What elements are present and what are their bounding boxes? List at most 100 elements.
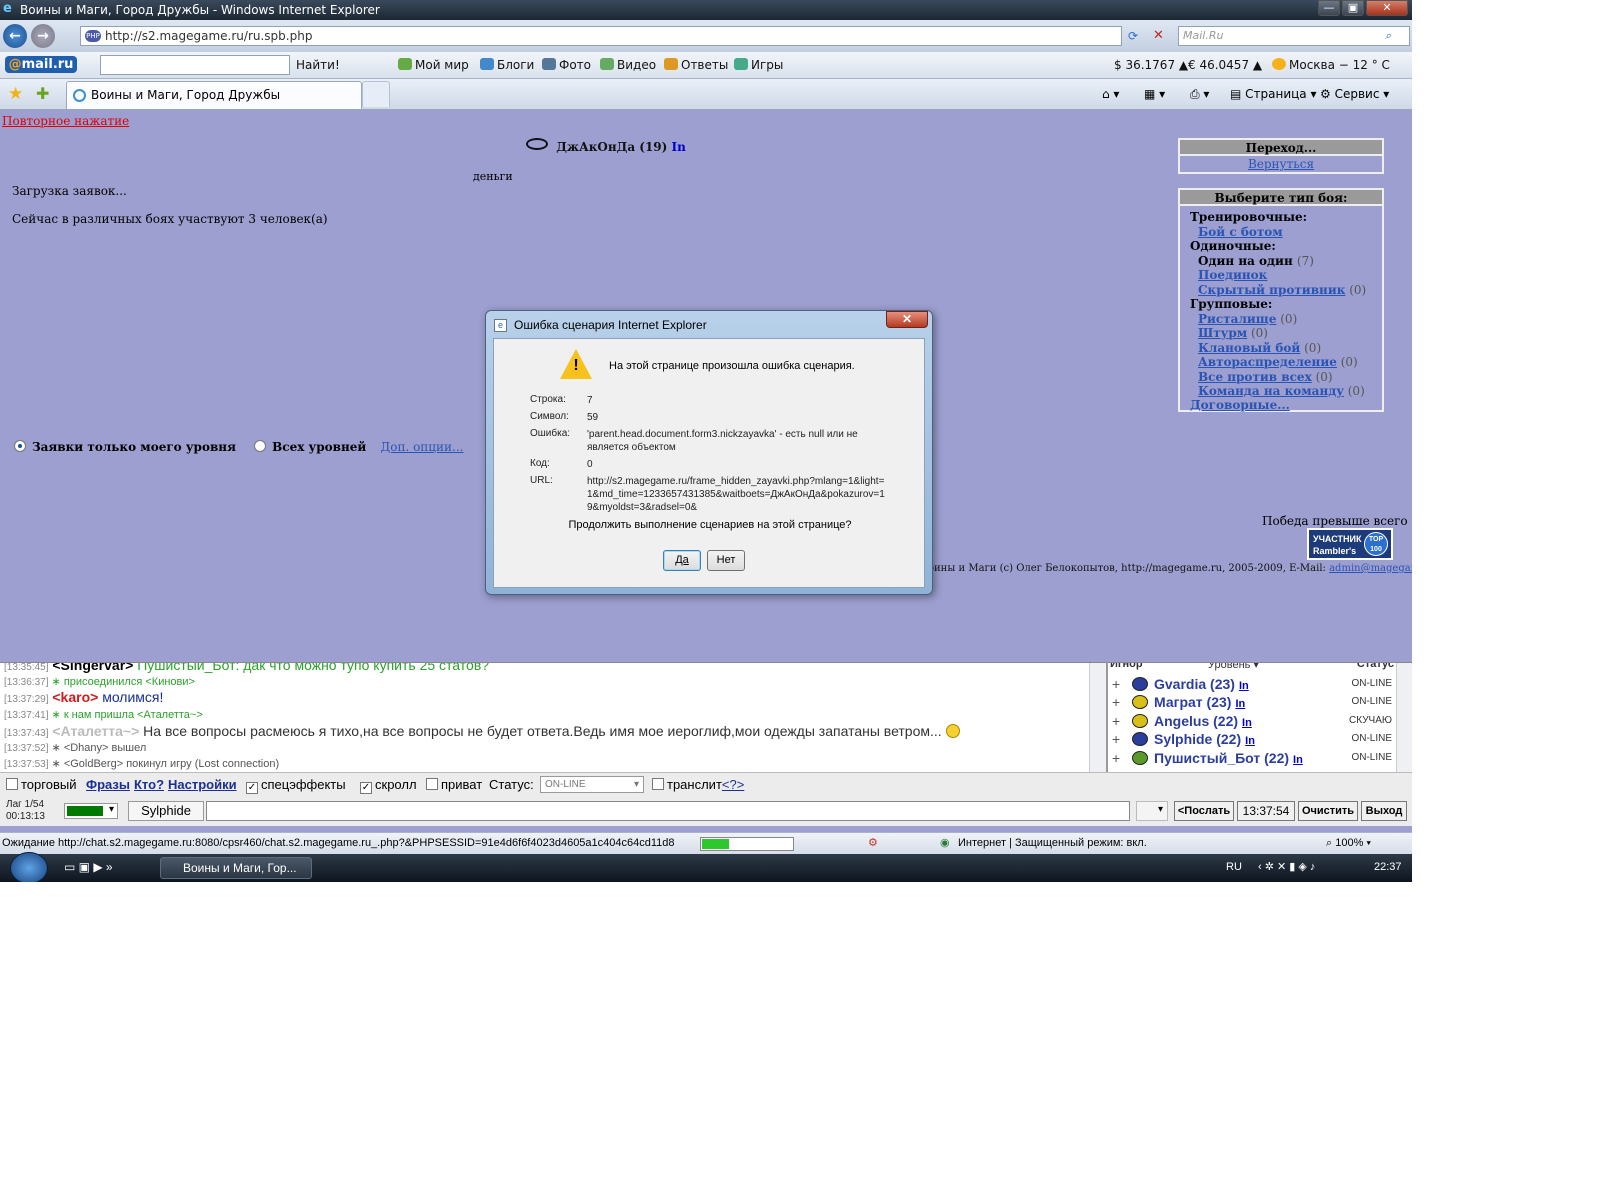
user-row[interactable]: + Пушистый_Бот (22) In ON-LINE — [1108, 749, 1396, 768]
user-info-link[interactable]: In — [1235, 698, 1245, 710]
settings-link[interactable]: Настройки — [168, 777, 237, 792]
tray-icons[interactable]: ‹ ✲ ✕ ▮ ◈ ♪ — [1258, 860, 1315, 873]
toolbar-my-world[interactable]: Мой мир — [398, 58, 469, 72]
zoom-control[interactable]: ⌕ 100% ▾ — [1326, 837, 1371, 850]
language-indicator[interactable]: RU — [1226, 861, 1242, 873]
chat-scrollbar[interactable] — [1089, 663, 1106, 772]
maximize-button[interactable]: ▣ — [1342, 0, 1364, 16]
user-row[interactable]: + Gvardia (23) In ON-LINE — [1108, 675, 1396, 694]
clan-fight-link[interactable]: Клановый бой — [1198, 341, 1300, 355]
arena-link[interactable]: Ристалище — [1198, 312, 1276, 326]
translit-checkbox[interactable]: транслит<?> — [652, 777, 744, 792]
nick-button[interactable]: Sylphide — [128, 801, 204, 821]
toolbar-photo[interactable]: Фото — [542, 58, 591, 72]
user-row[interactable]: + Angelus (22) In СКУЧАЮ — [1108, 712, 1396, 731]
user-info-link[interactable]: In — [1245, 735, 1255, 747]
favorites-star-icon[interactable]: ★ — [8, 84, 23, 104]
toolbar-games[interactable]: Игры — [734, 58, 783, 72]
hidden-opponent-item[interactable]: Скрытый противник (0) — [1198, 283, 1366, 297]
mail-search-input[interactable] — [100, 55, 290, 75]
phrases-link[interactable]: Фразы — [86, 777, 130, 792]
security-zone[interactable]: Интернет | Защищенный режим: вкл. — [958, 837, 1147, 849]
duel-link[interactable]: Поединок — [1198, 268, 1267, 282]
auto-distribution-link[interactable]: Автораспределение — [1198, 355, 1337, 369]
yes-button[interactable]: Да — [663, 550, 701, 571]
user-list-scrollbar[interactable] — [1396, 663, 1412, 772]
tools-menu[interactable]: ⚙ Сервис ▾ — [1320, 87, 1389, 101]
radio-my-level[interactable] — [14, 440, 26, 452]
chat-nick[interactable]: <Аталетта~> — [52, 723, 139, 739]
message-history-dropdown[interactable]: ▾ — [1136, 801, 1168, 821]
team-vs-team-link[interactable]: Команда на команду — [1198, 384, 1344, 398]
minimize-button[interactable]: — — [1318, 0, 1340, 16]
chat-nick[interactable]: <Singervar> — [52, 663, 133, 673]
all-vs-all-item[interactable]: Все против всех (0) — [1198, 370, 1333, 384]
url-field[interactable]: PHP http://s2.magegame.ru/ru.spb.php — [80, 26, 1122, 46]
effects-checkbox[interactable]: ✓ спецэффекты — [246, 777, 346, 794]
rambler-top100-badge[interactable]: УЧАСТНИК Rambler's TOP 100 — [1307, 528, 1393, 560]
user-info-link[interactable]: In — [1242, 717, 1252, 729]
chat-nick[interactable]: <karo> — [52, 689, 98, 705]
user-name[interactable]: Пушистый_Бот (22) In — [1154, 750, 1303, 766]
new-tab-button[interactable] — [362, 81, 390, 107]
team-vs-team-item[interactable]: Команда на команду (0) — [1198, 384, 1365, 398]
scroll-checkbox[interactable]: ✓ скролл — [360, 777, 417, 794]
one-on-one-item[interactable]: Один на один (7) — [1198, 254, 1314, 268]
stop-icon[interactable]: ✕ — [1153, 28, 1164, 43]
help-link[interactable]: <?> — [722, 777, 744, 792]
clan-fight-item[interactable]: Клановый бой (0) — [1198, 341, 1321, 355]
user-row[interactable]: + Sylphide (22) In ON-LINE — [1108, 730, 1396, 749]
back-link[interactable]: Вернуться — [1180, 156, 1382, 172]
storm-item[interactable]: Штурм (0) — [1198, 326, 1268, 340]
add-favorite-icon[interactable]: ✚ — [36, 84, 49, 103]
tray-clock[interactable]: 22:37 — [1374, 861, 1402, 873]
expand-icon[interactable]: + — [1112, 750, 1120, 766]
color-select[interactable]: ▾ — [64, 803, 118, 819]
player-info-link[interactable]: In — [672, 140, 686, 154]
toolbar-answers[interactable]: Ответы — [664, 58, 728, 72]
storm-link[interactable]: Штурм — [1198, 326, 1247, 340]
weather[interactable]: Москва − 12 ° C — [1272, 58, 1390, 72]
expand-icon[interactable]: + — [1112, 713, 1120, 729]
user-name[interactable]: Маграт (23) In — [1154, 694, 1245, 710]
home-icon[interactable]: ⌂ ▾ — [1102, 87, 1119, 101]
ignore-column-header[interactable]: Игнор — [1110, 663, 1143, 670]
page-menu[interactable]: ▤ Страница ▾ — [1230, 87, 1317, 101]
taskbar-ie-window[interactable]: Воины и Маги, Гор... — [160, 857, 312, 879]
level-sort-select[interactable]: Уровень ▾ — [1208, 663, 1259, 671]
who-link[interactable]: Кто? — [134, 777, 164, 792]
radio-all-levels[interactable] — [254, 440, 267, 452]
expand-icon[interactable]: + — [1112, 731, 1120, 747]
no-button[interactable]: Нет — [707, 550, 745, 571]
user-info-link[interactable]: In — [1293, 754, 1303, 766]
search-icon[interactable]: ⌕ — [1385, 27, 1391, 45]
quicklaunch-icons[interactable]: ▭ ▣ ▶ » — [64, 860, 113, 874]
feeds-icon[interactable]: ▦ ▾ — [1144, 87, 1165, 101]
exit-button[interactable]: Выход — [1361, 801, 1407, 821]
dialog-close-button[interactable]: ✕ — [886, 311, 928, 328]
print-icon[interactable]: ⎙ ▾ — [1190, 87, 1209, 102]
user-name[interactable]: Gvardia (23) In — [1154, 676, 1249, 692]
security-icon[interactable]: ⚙ — [868, 836, 878, 849]
auto-distribution-item[interactable]: Автораспределение (0) — [1198, 355, 1358, 369]
toolbar-video[interactable]: Видео — [600, 58, 656, 72]
find-button[interactable]: Найти! — [296, 58, 340, 72]
clear-button[interactable]: Очистить — [1298, 801, 1358, 821]
arena-item[interactable]: Ристалище (0) — [1198, 312, 1297, 326]
start-button[interactable] — [10, 852, 48, 882]
bot-fight-link[interactable]: Бой с ботом — [1198, 225, 1283, 239]
toolbar-blogs[interactable]: Блоги — [480, 58, 534, 72]
all-vs-all-link[interactable]: Все против всех — [1198, 370, 1312, 384]
refresh-icon[interactable]: ⟳ — [1128, 29, 1138, 43]
expand-icon[interactable]: + — [1112, 676, 1120, 692]
tab-active[interactable]: Воины и Маги, Город Дружбы — [66, 81, 362, 109]
search-field[interactable]: Mail.Ru ⌕ — [1178, 26, 1410, 46]
back-button[interactable]: ← — [3, 24, 27, 48]
message-input[interactable] — [206, 801, 1130, 821]
contract-fights-link[interactable]: Договорные... — [1190, 398, 1290, 412]
mail-logo[interactable]: @mail.ru — [5, 56, 77, 73]
forward-button[interactable]: → — [31, 24, 55, 48]
user-name[interactable]: Angelus (22) In — [1154, 713, 1252, 729]
repeat-click-link[interactable]: Повторное нажатие — [2, 114, 129, 128]
private-checkbox[interactable]: приват — [426, 777, 482, 792]
